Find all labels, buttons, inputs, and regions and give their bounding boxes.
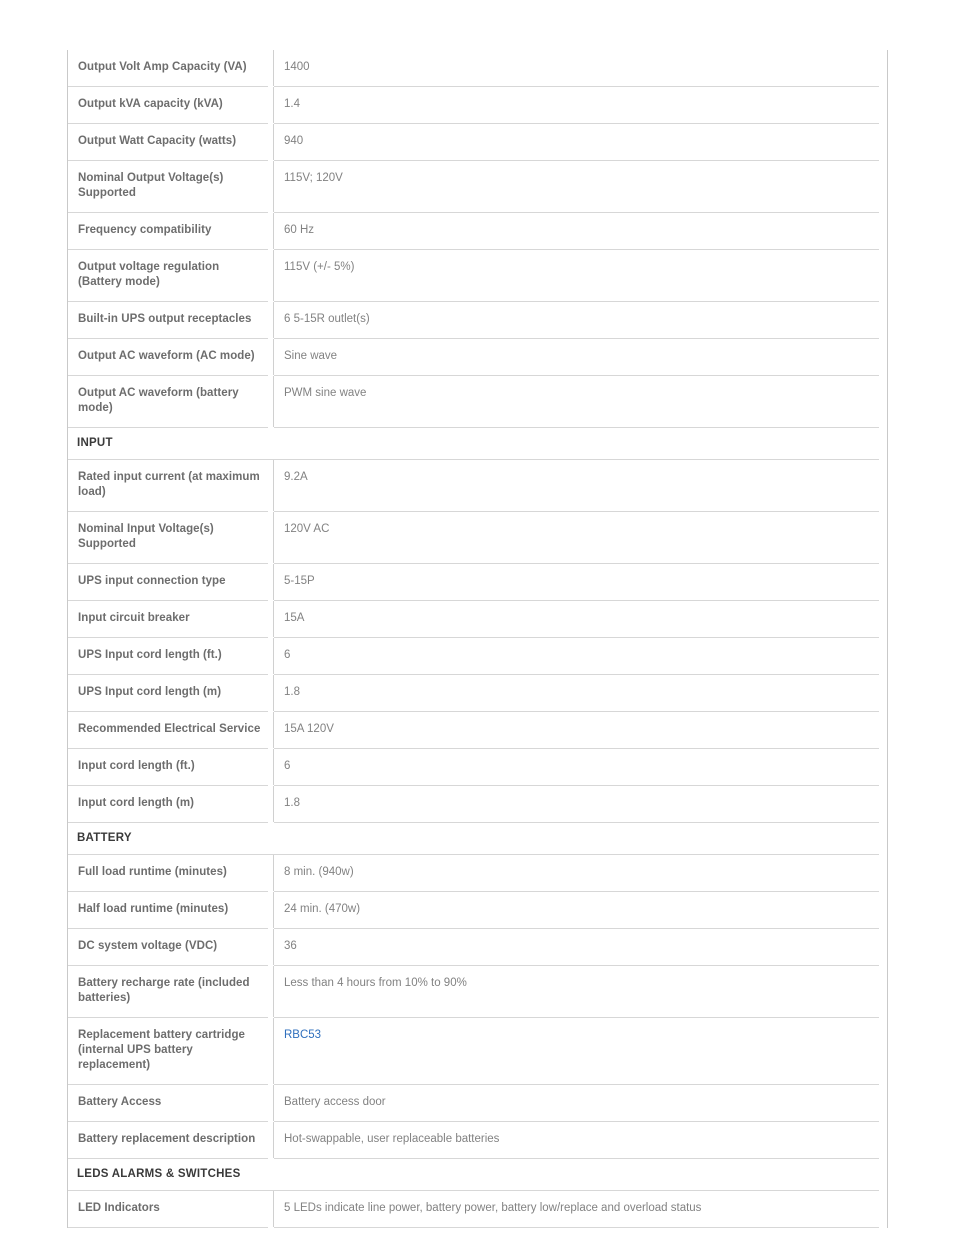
table-row: UPS input connection type 5-15P — [68, 563, 879, 601]
spec-value-cell: 9.2A — [273, 459, 879, 512]
table-row: Built-in UPS output receptacles 6 5-15R o… — [68, 301, 879, 339]
spec-label-cell: Replacement battery cartridge (internal … — [68, 1017, 274, 1085]
spec-value-cell: 1.8 — [273, 674, 879, 712]
spec-value-cell: Sine wave — [273, 338, 879, 376]
spec-label-cell: Output AC waveform (battery mode) — [68, 375, 274, 428]
table-row: Output AC waveform (AC mode) Sine wave — [68, 338, 879, 376]
spec-label-cell: Nominal Output Voltage(s) Supported — [68, 160, 274, 213]
spec-value-cell: 15A 120V — [273, 711, 879, 749]
table-row: Output Volt Amp Capacity (VA) 1400 — [68, 50, 879, 87]
spec-section-header-row: INPUT — [68, 427, 879, 460]
spec-label-cell: Built-in UPS output receptacles — [68, 301, 274, 339]
table-row: Output AC waveform (battery mode) PWM sin… — [68, 375, 879, 428]
table-row: Output Watt Capacity (watts) 940 — [68, 123, 879, 161]
spec-sheet-page: Output Volt Amp Capacity (VA) 1400 Output … — [0, 0, 954, 1235]
table-row: Half load runtime (minutes) 24 min. (470w… — [68, 891, 879, 929]
spec-value-cell: 6 — [273, 748, 879, 786]
spec-value-cell: Less than 4 hours from 10% to 90% — [273, 965, 879, 1018]
spec-value-cell: 115V; 120V — [273, 160, 879, 213]
spec-value-cell: 6 — [273, 637, 879, 675]
spec-label-cell: Battery recharge rate (included batterie… — [68, 965, 274, 1018]
spec-label-cell: Full load runtime (minutes) — [68, 854, 274, 892]
spec-value-cell: Hot-swappable, user replaceable batterie… — [273, 1121, 879, 1159]
spec-value-cell: 115V (+/- 5%) — [273, 249, 879, 302]
table-row: Full load runtime (minutes) 8 min. (940w) — [68, 854, 879, 892]
spec-value-cell: 36 — [273, 928, 879, 966]
spec-value-cell: RBC53 — [273, 1017, 879, 1085]
table-row: Battery recharge rate (included batterie… — [68, 965, 879, 1018]
spec-value-cell: 5-15P — [273, 563, 879, 601]
spec-label-cell: Input cord length (m) — [68, 785, 274, 823]
spec-label-cell: Input cord length (ft.) — [68, 748, 274, 786]
spec-value-cell: 8 min. (940w) — [273, 854, 879, 892]
spec-label-cell: Battery replacement description — [68, 1121, 274, 1159]
spec-label-cell: Frequency compatibility — [68, 212, 274, 250]
spec-value-cell: 1.4 — [273, 86, 879, 124]
table-row: UPS Input cord length (ft.) 6 — [68, 637, 879, 675]
spec-value-cell: 1.8 — [273, 785, 879, 823]
spec-label-cell: UPS input connection type — [68, 563, 274, 601]
spec-table-frame: Output Volt Amp Capacity (VA) 1400 Output … — [67, 50, 888, 1228]
table-row: Output voltage regulation (Battery mode)… — [68, 249, 879, 302]
spec-section-header-row: LEDS ALARMS & SWITCHES — [68, 1158, 879, 1191]
spec-value-cell: Battery access door — [273, 1084, 879, 1122]
spec-label-cell: LED Indicators — [68, 1190, 274, 1228]
spec-label-cell: UPS Input cord length (ft.) — [68, 637, 274, 675]
spec-label-cell: Half load runtime (minutes) — [68, 891, 274, 929]
spec-value-cell: PWM sine wave — [273, 375, 879, 428]
table-row: Input circuit breaker 15A — [68, 600, 879, 638]
spec-label-cell: Output voltage regulation (Battery mode) — [68, 249, 274, 302]
spec-table-body: Output Volt Amp Capacity (VA) 1400 Output … — [68, 50, 879, 1228]
table-row: Frequency compatibility 60 Hz — [68, 212, 879, 250]
table-row: LED Indicators 5 LEDs indicate line power… — [68, 1190, 879, 1228]
product-specifications-table: Output Volt Amp Capacity (VA) 1400 Output … — [68, 50, 879, 1228]
table-row: Input cord length (ft.) 6 — [68, 748, 879, 786]
table-row: Battery replacement description Hot-swapp… — [68, 1121, 879, 1159]
spec-section-header-label: INPUT — [68, 427, 879, 460]
spec-value-cell: 60 Hz — [273, 212, 879, 250]
table-row: UPS Input cord length (m) 1.8 — [68, 674, 879, 712]
spec-section-header-label: BATTERY — [68, 822, 879, 855]
spec-label-cell: Output AC waveform (AC mode) — [68, 338, 274, 376]
spec-label-cell: Recommended Electrical Service — [68, 711, 274, 749]
table-row: DC system voltage (VDC) 36 — [68, 928, 879, 966]
table-row: Nominal Output Voltage(s) Supported 115V;… — [68, 160, 879, 213]
spec-value-cell: 940 — [273, 123, 879, 161]
table-row: Input cord length (m) 1.8 — [68, 785, 879, 823]
spec-value-cell: 120V AC — [273, 511, 879, 564]
table-row: Rated input current (at maximum load) 9.2… — [68, 459, 879, 512]
spec-label-cell: Output Volt Amp Capacity (VA) — [68, 50, 274, 87]
spec-section-header-row: BATTERY — [68, 822, 879, 855]
spec-value-cell: 15A — [273, 600, 879, 638]
spec-section-header-label: LEDS ALARMS & SWITCHES — [68, 1158, 879, 1191]
table-row: Recommended Electrical Service 15A 120V — [68, 711, 879, 749]
spec-label-cell: Nominal Input Voltage(s) Supported — [68, 511, 274, 564]
spec-label-cell: Battery Access — [68, 1084, 274, 1122]
spec-label-cell: DC system voltage (VDC) — [68, 928, 274, 966]
spec-value-cell: 1400 — [273, 50, 879, 87]
table-row: Output kVA capacity (kVA) 1.4 — [68, 86, 879, 124]
spec-label-cell: Rated input current (at maximum load) — [68, 459, 274, 512]
table-row: Battery Access Battery access door — [68, 1084, 879, 1122]
spec-value-cell: 5 LEDs indicate line power, battery powe… — [273, 1190, 879, 1228]
table-row: Replacement battery cartridge (internal … — [68, 1017, 879, 1085]
spec-value-cell: 24 min. (470w) — [273, 891, 879, 929]
spec-label-cell: Output kVA capacity (kVA) — [68, 86, 274, 124]
spec-label-cell: Input circuit breaker — [68, 600, 274, 638]
replacement-battery-cartridge-link[interactable]: RBC53 — [284, 1029, 321, 1041]
spec-value-cell: 6 5-15R outlet(s) — [273, 301, 879, 339]
spec-label-cell: UPS Input cord length (m) — [68, 674, 274, 712]
table-row: Nominal Input Voltage(s) Supported 120V A… — [68, 511, 879, 564]
spec-label-cell: Output Watt Capacity (watts) — [68, 123, 274, 161]
